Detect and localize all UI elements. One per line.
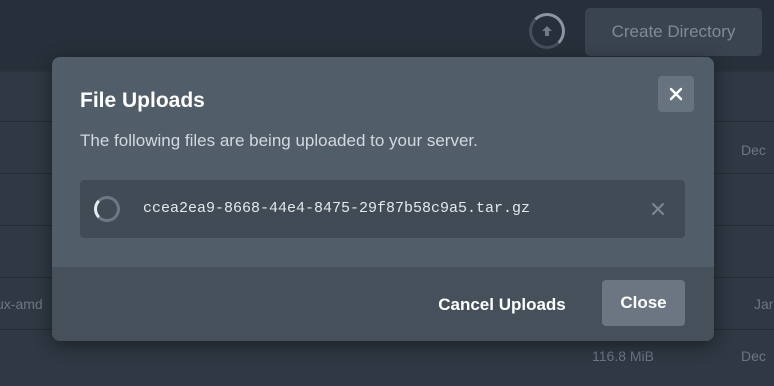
create-directory-button[interactable]: Create Directory — [585, 8, 762, 56]
row-size: 116.8 MiB — [592, 348, 654, 364]
loading-spinner-icon — [94, 196, 120, 222]
file-uploads-modal: File Uploads The following files are bei… — [52, 57, 714, 341]
upload-progress-indicator[interactable] — [529, 13, 565, 49]
close-icon — [669, 87, 683, 101]
row-date: Dec — [741, 348, 766, 364]
upload-arrow-icon — [532, 16, 562, 46]
remove-upload-button[interactable] — [648, 199, 668, 219]
row-date: Dec — [741, 142, 766, 158]
modal-description: The following files are being uploaded t… — [80, 131, 478, 150]
close-button[interactable]: Close — [602, 280, 685, 326]
upload-item: ccea2ea9-8668-44e4-8475-29f87b58c9a5.tar… — [80, 180, 685, 238]
remove-icon — [652, 203, 664, 215]
row-date: Jar — [754, 296, 774, 312]
modal-close-button[interactable] — [658, 76, 694, 112]
upload-file-name: ccea2ea9-8668-44e4-8475-29f87b58c9a5.tar… — [143, 200, 531, 217]
modal-title: File Uploads — [80, 89, 205, 112]
row-file-name: ux-amd — [0, 296, 43, 312]
cancel-uploads-button[interactable]: Cancel Uploads — [432, 283, 572, 327]
